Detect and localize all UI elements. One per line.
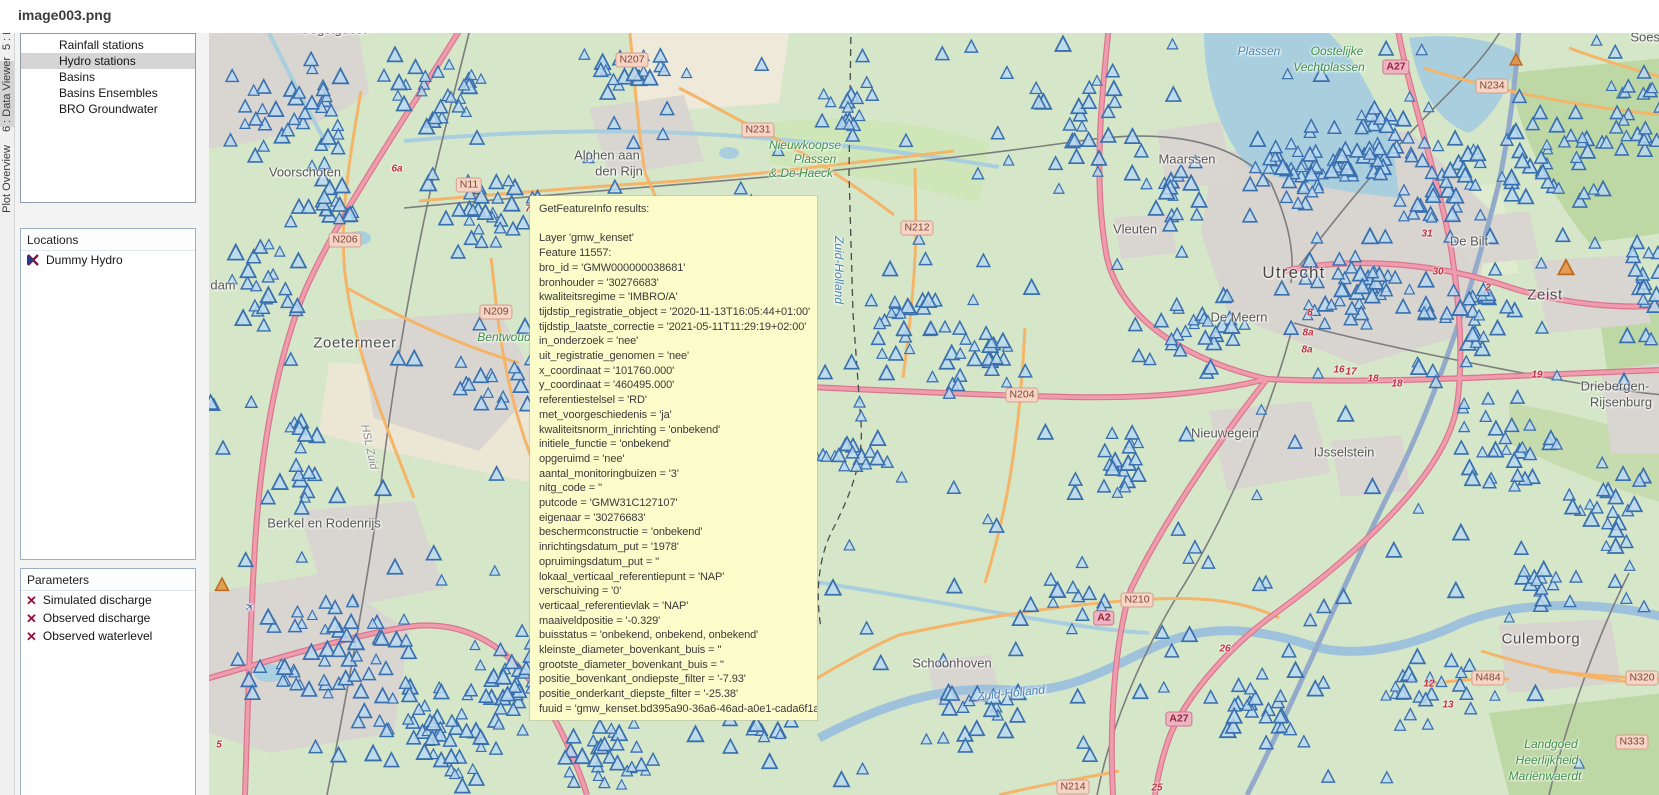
layer-list-item[interactable]: BRO Groundwater: [21, 101, 195, 117]
layer-list-item[interactable]: Basins: [21, 69, 195, 85]
layer-listbox: Rainfall stationsHydro stationsBasinsBas…: [20, 33, 196, 203]
tooltip-line: [539, 217, 817, 232]
map-viewport[interactable]: OegstgeestVoorschotendamZoetermeerBerkel…: [209, 33, 1659, 795]
tooltip-line: Layer 'gmw_kenset': [539, 231, 817, 246]
parameter-item-label: Observed waterlevel: [43, 629, 152, 643]
tooltip-line: GetFeatureInfo results:: [539, 202, 817, 217]
layer-list-item[interactable]: Rainfall stations: [21, 37, 195, 53]
tooltip-line: Feature 11557:: [539, 246, 817, 261]
tooltip-line: opruimingsdatum_put = '': [539, 555, 817, 570]
parameter-item[interactable]: ✕ Observed discharge: [21, 609, 195, 627]
tooltip-line: referentiestelsel = 'RD': [539, 393, 817, 408]
getfeatureinfo-tooltip: GetFeatureInfo results: Layer 'gmw_kenset…: [530, 196, 817, 720]
tooltip-line: kwaliteitsregime = 'IMBRO/A': [539, 290, 817, 305]
tooltip-line: initiele_functie = 'onbekend': [539, 437, 817, 452]
tooltip-line: inrichtingsdatum_put = '1978': [539, 540, 817, 555]
parameter-item-label: Observed discharge: [43, 611, 150, 625]
title-bar: image003.png: [0, 0, 1659, 33]
tooltip-line: positie_onderkant_diepste_filter = '-25.…: [539, 687, 817, 702]
map-canvas: [209, 33, 1659, 795]
tooltip-line: lokaal_verticaal_referentiepunt = 'NAP': [539, 570, 817, 585]
tooltip-line: buisstatus = 'onbekend, onbekend, onbeke…: [539, 628, 817, 643]
tooltip-line: uit_registratie_genomen = 'nee': [539, 349, 817, 364]
location-item-label: Dummy Hydro: [46, 253, 123, 267]
vertical-tab-strip: 5 : F 6 : Data Viewer Plot Overview: [0, 33, 15, 795]
tooltip-line: fuuid = 'gmw_kenset.bd395a90-36a6-46ad-a…: [539, 702, 817, 717]
tooltip-line: beschermconstructie = 'onbekend': [539, 525, 817, 540]
tooltip-line: in_onderzoek = 'nee': [539, 334, 817, 349]
parameter-x-icon: ✕: [26, 612, 37, 625]
layer-list-item[interactable]: Basins Ensembles: [21, 85, 195, 101]
side-tab-5-f[interactable]: 5 : F: [0, 33, 14, 51]
location-item[interactable]: Dummy Hydro: [21, 251, 195, 269]
parameter-item-label: Simulated discharge: [43, 593, 152, 607]
tooltip-line: x_coordinaat = '101760.000': [539, 364, 817, 379]
side-tab-label: Plot Overview: [1, 145, 13, 213]
window-title: image003.png: [18, 7, 111, 23]
tooltip-line: bronhouder = '30276683': [539, 276, 817, 291]
side-tab-label: 5 : F: [1, 33, 13, 50]
tooltip-line: tijdstip_laatste_correctie = '2021-05-11…: [539, 320, 817, 335]
location-flag-icon: [26, 254, 40, 267]
layer-list-item[interactable]: Hydro stations: [21, 53, 195, 69]
left-panel: Rainfall stationsHydro stationsBasinsBas…: [15, 33, 209, 795]
side-tab-plot-overview[interactable]: Plot Overview: [0, 137, 14, 221]
tooltip-line: aantal_monitoringbuizen = '3': [539, 467, 817, 482]
tooltip-line: positie_bovenkant_ondiepste_filter = '-7…: [539, 672, 817, 687]
tooltip-line: verschuiving = '0': [539, 584, 817, 599]
tooltip-line: grootste_diameter_bovenkant_buis = '': [539, 658, 817, 673]
parameter-x-icon: ✕: [26, 630, 37, 643]
tooltip-line: opgeruimd = 'nee': [539, 452, 817, 467]
tooltip-line: putcode = 'GMW31C127107': [539, 496, 817, 511]
tooltip-line: met_voorgeschiedenis = 'ja': [539, 408, 817, 423]
tooltip-line: kleinste_diameter_bovenkant_buis = '': [539, 643, 817, 658]
parameter-item[interactable]: ✕ Observed waterlevel: [21, 627, 195, 645]
parameters-panel: Parameters ✕ Simulated discharge ✕ Observed…: [20, 568, 196, 795]
parameter-x-icon: ✕: [26, 594, 37, 607]
parameters-panel-title: Parameters: [21, 569, 195, 591]
parameter-item[interactable]: ✕ Simulated discharge: [21, 591, 195, 609]
tooltip-line: maaiveldpositie = '-0.329': [539, 614, 817, 629]
locations-panel: Locations Dummy Hydro: [20, 228, 196, 560]
tooltip-line: eigenaar = '30276683': [539, 511, 817, 526]
tooltip-line: verticaal_referentievlak = 'NAP': [539, 599, 817, 614]
side-tab-label: 6 : Data Viewer: [1, 57, 13, 132]
tooltip-line: y_coordinaat = '460495.000': [539, 378, 817, 393]
tooltip-line: nitg_code = '': [539, 481, 817, 496]
tooltip-line: kwaliteitsnorm_inrichting = 'onbekend': [539, 423, 817, 438]
locations-panel-title: Locations: [21, 229, 195, 251]
tooltip-line: tijdstip_registratie_object = '2020-11-1…: [539, 305, 817, 320]
side-tab-6-data-viewer[interactable]: 6 : Data Viewer: [0, 61, 14, 127]
tooltip-line: bro_id = 'GMW000000038681': [539, 261, 817, 276]
